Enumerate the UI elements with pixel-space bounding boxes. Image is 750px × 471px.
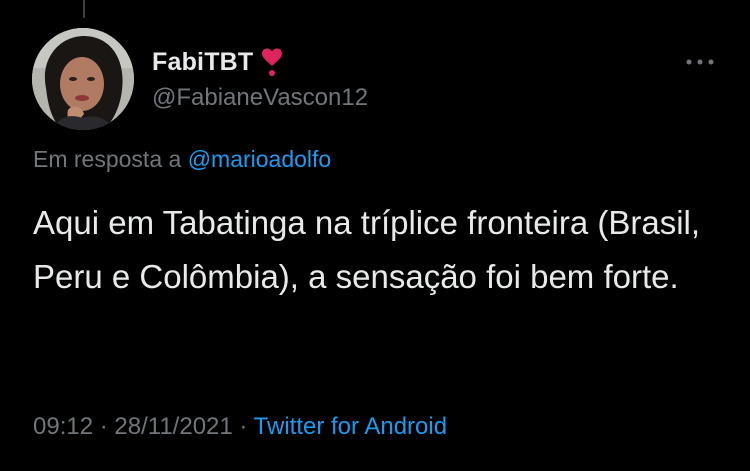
author-name-row[interactable]: FabiTBT xyxy=(152,46,285,78)
display-name[interactable]: FabiTBT xyxy=(152,48,253,77)
tweet-source-link[interactable]: Twitter for Android xyxy=(254,413,447,440)
tweet-date[interactable]: 28/11/2021 xyxy=(114,413,232,440)
avatar[interactable] xyxy=(32,28,134,130)
heart-exclamation-icon xyxy=(262,48,283,76)
reply-mention-link[interactable]: @marioadolfo xyxy=(188,146,332,172)
thread-connector-line xyxy=(83,0,85,18)
reply-context: Em resposta a @marioadolfo xyxy=(33,146,331,173)
meta-separator: · xyxy=(99,413,108,440)
more-dots-icon xyxy=(686,59,714,65)
author-handle[interactable]: @FabianeVascon12 xyxy=(152,84,368,112)
tweet-text: Aqui em Tabatinga na tríplice fronteira … xyxy=(33,204,701,295)
more-options-button[interactable] xyxy=(680,50,720,74)
meta-separator: · xyxy=(239,413,248,440)
tweet-time[interactable]: 09:12 xyxy=(33,413,93,440)
avatar-photo xyxy=(32,28,134,130)
tweet-metadata: 09:12 · 28/11/2021 · Twitter for Android xyxy=(33,413,447,441)
reply-prefix: Em resposta a xyxy=(33,146,182,172)
